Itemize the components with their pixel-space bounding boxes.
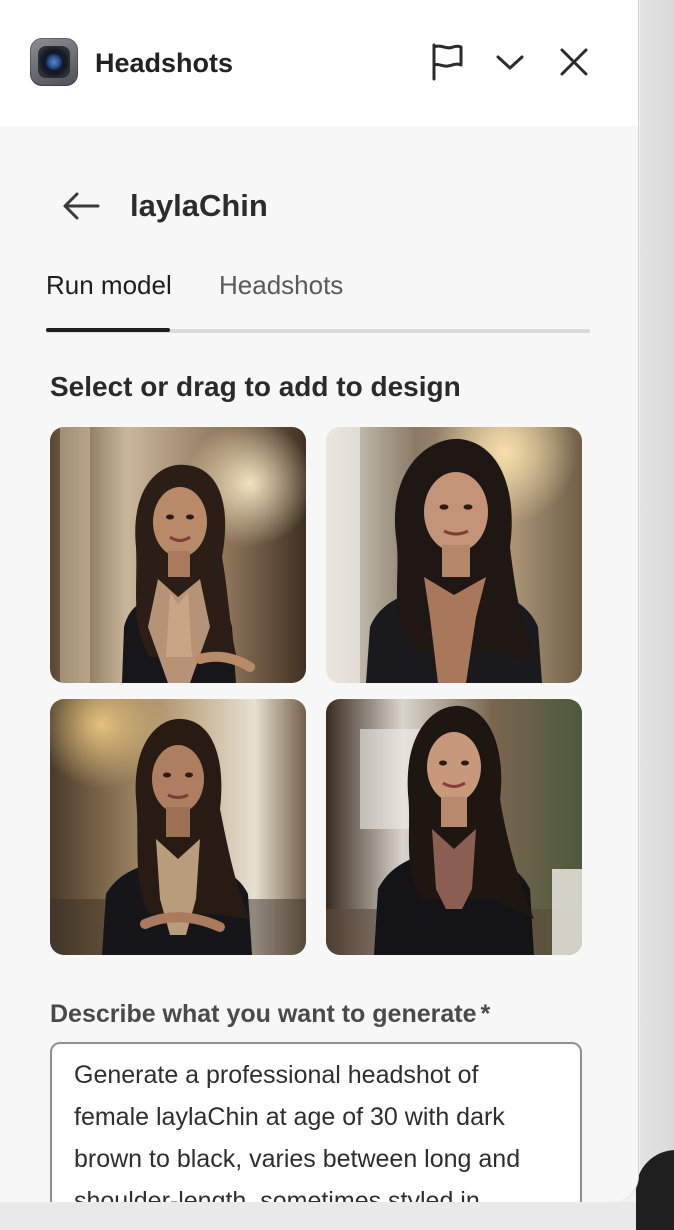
app-title: Headshots <box>95 48 234 78</box>
flag-button[interactable] <box>426 40 468 84</box>
headshot-thumbnail-4[interactable] <box>326 699 582 955</box>
gallery-heading: Select or drag to add to design <box>50 371 461 402</box>
prompt-label-text: Describe what you want to generate <box>50 1000 477 1028</box>
required-marker: * <box>480 1000 491 1028</box>
prompt-label: Describe what you want to generate * <box>50 996 490 1032</box>
headshot-image <box>326 699 582 955</box>
headshots-panel: Headshots laylaChin Run model Headshots <box>0 0 639 1202</box>
headshot-image <box>50 427 306 683</box>
close-icon <box>560 48 588 76</box>
headshot-thumbnail-1[interactable] <box>50 427 306 683</box>
camera-lens <box>38 46 70 78</box>
close-button[interactable] <box>553 40 595 84</box>
prompt-textarea[interactable]: Generate a professional headshot of fema… <box>50 1042 582 1202</box>
camera-app-icon <box>30 38 78 86</box>
back-button[interactable] <box>58 184 104 228</box>
headshot-thumbnail-2[interactable] <box>326 427 582 683</box>
chevron-down-icon <box>496 55 524 70</box>
collapse-button[interactable] <box>489 40 531 84</box>
headshot-image <box>326 427 582 683</box>
arrow-left-icon <box>63 192 100 220</box>
flag-icon <box>432 43 463 81</box>
tab-headshots[interactable]: Headshots <box>219 266 343 304</box>
headshot-thumbnail-3[interactable] <box>50 699 306 955</box>
model-title: laylaChin <box>130 188 268 223</box>
headshot-image <box>50 699 306 955</box>
tab-bar: Run model Headshots <box>46 266 590 334</box>
panel-header: Headshots <box>0 0 638 126</box>
active-tab-indicator <box>46 328 170 332</box>
tab-run-model[interactable]: Run model <box>46 266 172 304</box>
